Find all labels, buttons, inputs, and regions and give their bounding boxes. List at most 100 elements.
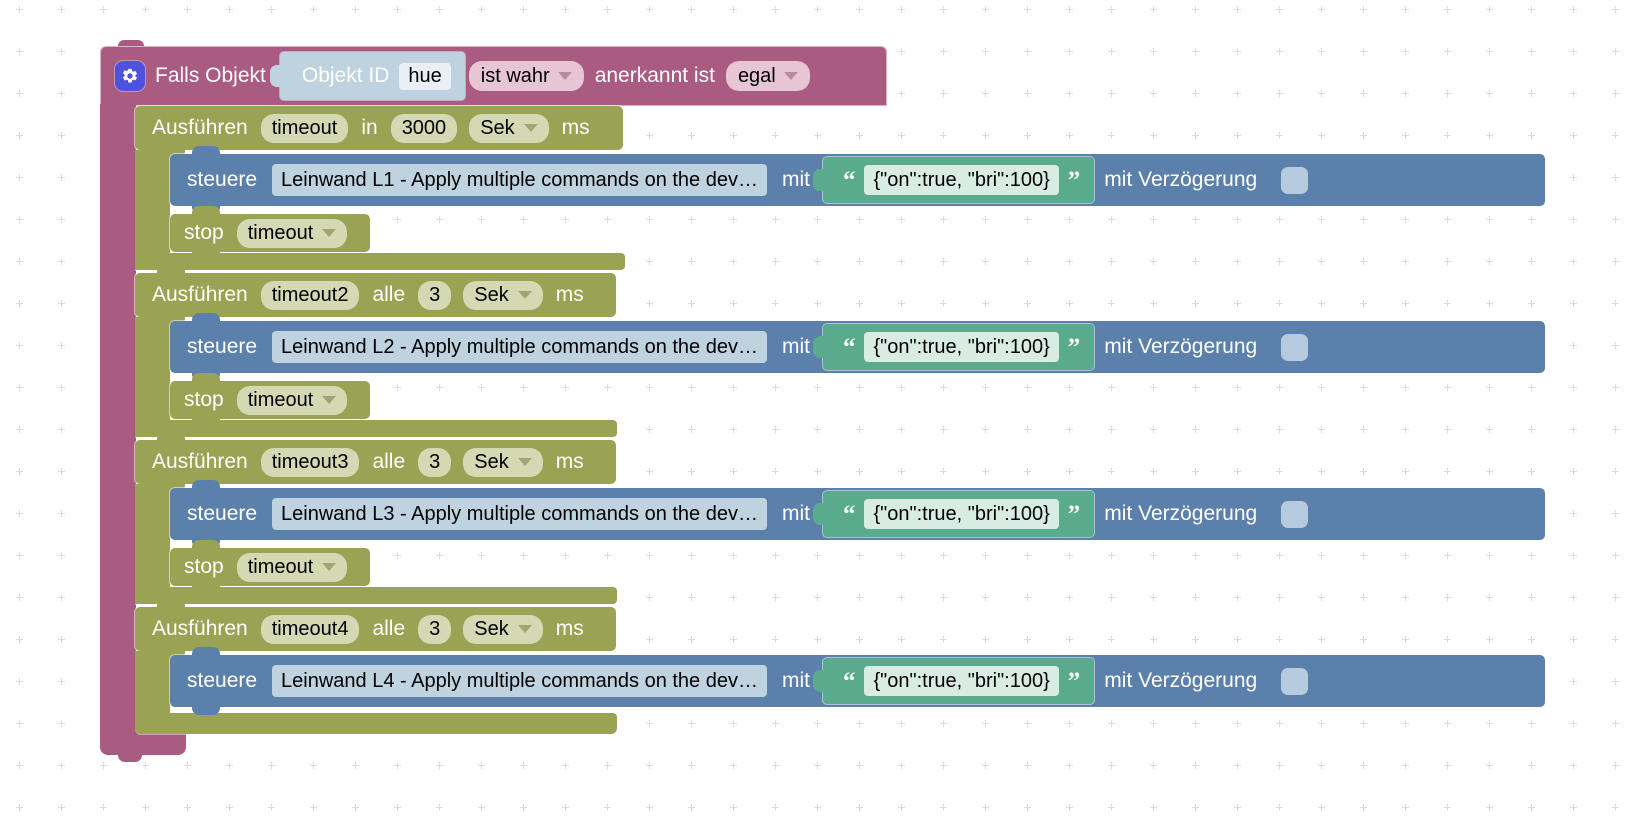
timer-interval-field-1[interactable]: 3 [418, 280, 452, 310]
timer-interval-field-2[interactable]: 3 [418, 447, 452, 477]
acknowledge-label: anerkannt ist [594, 64, 715, 87]
delay-checkbox-2[interactable] [1281, 500, 1309, 528]
timer-unit-suffix-2: ms [555, 450, 584, 473]
action-block-1[interactable]: steuere Leinwand L2 - Apply multiple com… [170, 313, 1545, 381]
chevron-down-icon [322, 229, 337, 237]
timer-keyword-0: Ausführen [152, 116, 248, 139]
if-block-label: Falls Objekt [155, 64, 266, 87]
if-block-body-spine [100, 104, 136, 747]
block-notch [192, 206, 220, 214]
block-notch [157, 265, 185, 273]
json-value-block-1[interactable]: “ {"on":true, "bri":100} ” [812, 324, 1095, 370]
blockly-workspace[interactable]: Falls Objekt Objekt ID hue ist wahr aner… [0, 0, 1626, 816]
timer-header-3[interactable]: Ausführen timeout4 alle 3 Sek ms [135, 599, 616, 659]
timer-body-rail-2 [135, 484, 170, 604]
action-keyword-2: steuere [187, 502, 258, 525]
json-text-field-3[interactable]: {"on":true, "bri":100} [864, 666, 1059, 696]
timer-header-1[interactable]: Ausführen timeout2 alle 3 Sek ms [135, 265, 616, 325]
timer-unit-suffix-0: ms [561, 116, 590, 139]
timer-body-rail-1 [135, 317, 170, 437]
object-id-field[interactable]: hue [399, 62, 451, 90]
stop-block-2[interactable]: stop timeout [170, 540, 370, 594]
block-notch [192, 373, 220, 381]
stop-keyword-2: stop [184, 555, 224, 578]
chevron-down-icon [322, 396, 337, 404]
action-with-label-1: mit [781, 335, 810, 358]
puzzle-tab-icon [269, 65, 281, 87]
timer-unit-suffix-3: ms [555, 617, 584, 640]
action-with-label-2: mit [781, 502, 810, 525]
timer-unit-label-2: Sek [474, 450, 509, 473]
delay-checkbox-1[interactable] [1281, 333, 1309, 361]
action-block-3[interactable]: steuere Leinwand L4 - Apply multiple com… [170, 647, 1545, 715]
timer-unit-dropdown-2[interactable]: Sek [463, 447, 543, 477]
chevron-down-icon [517, 458, 532, 466]
timer-keyword-2: Ausführen [152, 450, 248, 473]
quote-open-icon-3: “ [842, 667, 856, 695]
json-text-field-1[interactable]: {"on":true, "bri":100} [864, 332, 1059, 362]
gear-icon[interactable] [115, 61, 145, 91]
quote-close-icon-1: ” [1067, 333, 1081, 361]
timer-header-0[interactable]: Ausführen timeout in 3000 Sek ms [135, 106, 623, 158]
chevron-down-icon [523, 124, 538, 132]
delay-checkbox-3[interactable] [1281, 667, 1309, 695]
timer-name-field-3[interactable]: timeout4 [260, 614, 360, 644]
json-text-field-2[interactable]: {"on":true, "bri":100} [864, 499, 1059, 529]
timer-unit-dropdown-3[interactable]: Sek [463, 614, 543, 644]
stop-target-label-0: timeout [247, 221, 314, 244]
block-notch [157, 432, 185, 440]
json-value-block-2[interactable]: “ {"on":true, "bri":100} ” [812, 491, 1095, 537]
timer-interval-field-0[interactable]: 3000 [390, 113, 458, 143]
delay-checkbox-0[interactable] [1281, 166, 1309, 194]
timer-unit-dropdown-0[interactable]: Sek [469, 113, 549, 143]
puzzle-tab-icon [812, 169, 824, 191]
chevron-down-icon [557, 72, 572, 80]
action-target-field-2[interactable]: Leinwand L3 - Apply multiple commands on… [272, 498, 767, 530]
timer-unit-label-1: Sek [474, 283, 509, 306]
block-notch [192, 419, 220, 427]
block-notch [192, 480, 220, 488]
timer-name-field-0[interactable]: timeout [260, 113, 349, 143]
timer-connector-3: alle [372, 617, 406, 640]
quote-close-icon-2: ” [1067, 500, 1081, 528]
stop-target-dropdown-0[interactable]: timeout [236, 218, 348, 248]
stop-target-dropdown-2[interactable]: timeout [236, 552, 348, 582]
delay-label-1: mit Verzögerung [1104, 335, 1258, 358]
quote-open-icon-1: “ [842, 333, 856, 361]
puzzle-tab-icon [812, 503, 824, 525]
timer-keyword-1: Ausführen [152, 283, 248, 306]
object-id-value-block[interactable]: Objekt ID hue [269, 52, 465, 100]
timer-unit-label-0: Sek [480, 116, 515, 139]
timer-interval-field-3[interactable]: 3 [418, 614, 452, 644]
stop-target-dropdown-1[interactable]: timeout [236, 385, 348, 415]
json-value-block-0[interactable]: “ {"on":true, "bri":100} ” [812, 157, 1095, 203]
chevron-down-icon [322, 563, 337, 571]
timer-header-2[interactable]: Ausführen timeout3 alle 3 Sek ms [135, 432, 616, 492]
block-notch [157, 599, 185, 607]
stop-block-1[interactable]: stop timeout [170, 373, 370, 427]
action-with-label-3: mit [781, 669, 810, 692]
timer-name-field-2[interactable]: timeout3 [260, 447, 360, 477]
stop-keyword-1: stop [184, 388, 224, 411]
block-notch [192, 707, 220, 715]
timer-name-field-1[interactable]: timeout2 [260, 280, 360, 310]
condition-dropdown[interactable]: ist wahr [468, 61, 584, 91]
block-notch [192, 252, 220, 260]
action-target-field-3[interactable]: Leinwand L4 - Apply multiple commands on… [272, 665, 767, 697]
stop-block-0[interactable]: stop timeout [170, 206, 370, 260]
action-target-field-1[interactable]: Leinwand L2 - Apply multiple commands on… [272, 331, 767, 363]
json-value-block-3[interactable]: “ {"on":true, "bri":100} ” [812, 658, 1095, 704]
puzzle-tab-icon [812, 336, 824, 358]
if-block-header[interactable]: Falls Objekt Objekt ID hue ist wahr aner… [100, 46, 887, 106]
stop-keyword-0: stop [184, 221, 224, 244]
timer-unit-dropdown-1[interactable]: Sek [463, 280, 543, 310]
json-text-field-0[interactable]: {"on":true, "bri":100} [864, 165, 1059, 195]
chevron-down-icon [783, 72, 798, 80]
quote-open-icon-2: “ [842, 500, 856, 528]
action-target-field-0[interactable]: Leinwand L1 - Apply multiple commands on… [272, 164, 767, 196]
chevron-down-icon [517, 291, 532, 299]
action-block-0[interactable]: steuere Leinwand L1 - Apply multiple com… [170, 146, 1545, 214]
timer-keyword-3: Ausführen [152, 617, 248, 640]
acknowledge-dropdown[interactable]: egal [725, 61, 810, 91]
action-block-2[interactable]: steuere Leinwand L3 - Apply multiple com… [170, 480, 1545, 548]
